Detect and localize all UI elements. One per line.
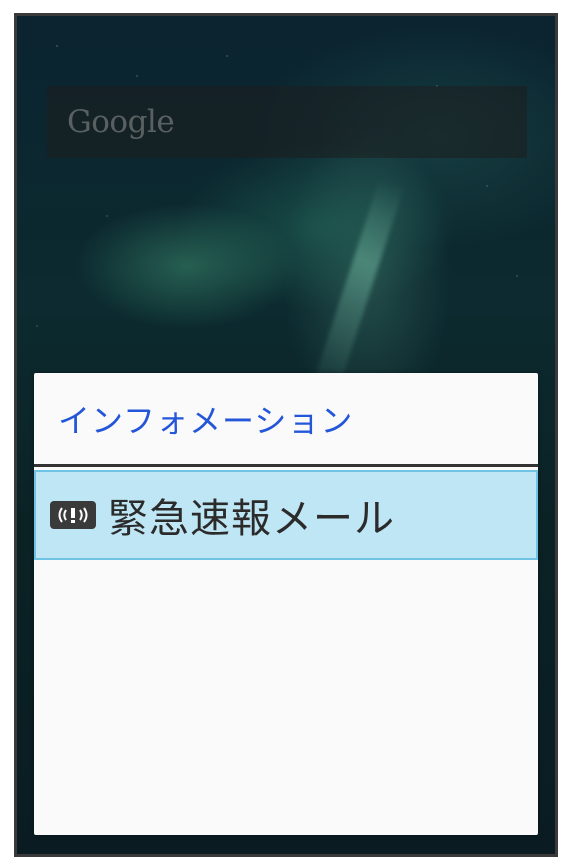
google-logo: Google [67,104,175,140]
phone-screen: Google インフォメーション 緊急速報メール [14,13,558,857]
list-item-emergency-alert-mail[interactable]: 緊急速報メール [34,470,538,560]
dialog-title: インフォメーション [34,373,538,467]
emergency-alert-icon [50,501,96,529]
list-item-label: 緊急速報メール [108,496,395,542]
google-search-widget[interactable]: Google [47,86,527,158]
information-dialog: インフォメーション 緊急速報メール [34,373,538,835]
